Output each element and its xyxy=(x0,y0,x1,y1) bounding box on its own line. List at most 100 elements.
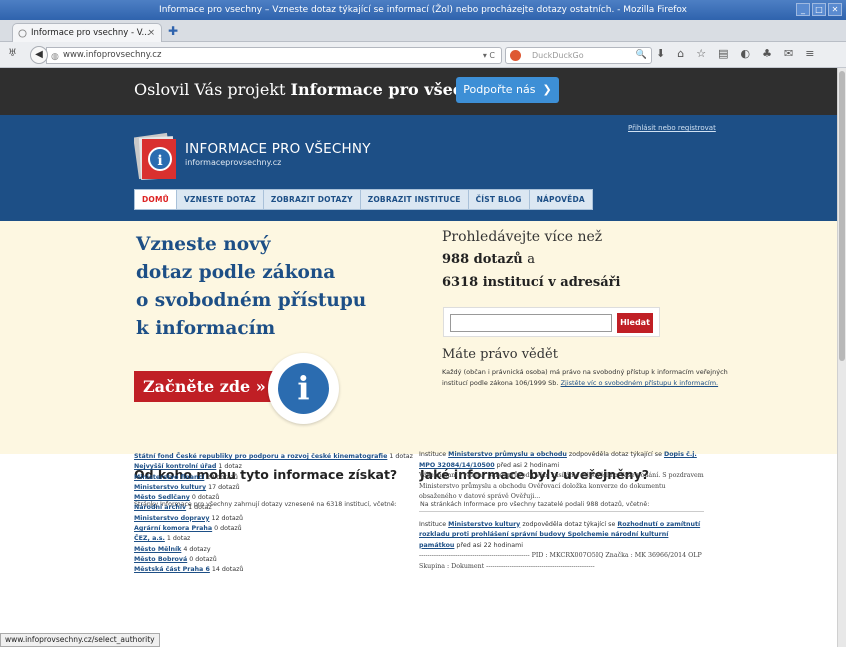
scrollbar-thumb[interactable] xyxy=(839,71,845,361)
feed-time: před asi 22 hodinami xyxy=(456,541,523,549)
authorities-count: 6318 institucí v adresáři xyxy=(442,275,621,290)
download-icon[interactable]: ⬇ xyxy=(656,47,665,60)
url-bar[interactable]: ◍ www.infoprovsechny.cz ▾ C xyxy=(46,47,502,64)
reload-icon[interactable]: ▾ C xyxy=(483,48,495,63)
authority-link[interactable]: Městská část Praha 6 xyxy=(134,566,210,573)
browser-tab[interactable]: Informace pro vsechny - V... × xyxy=(12,23,162,42)
request-count: 0 dotazů xyxy=(189,555,217,563)
login-link[interactable]: Přihlásit nebo registrovat xyxy=(628,124,716,132)
home-icon[interactable]: ⌂ xyxy=(677,47,684,60)
back-button[interactable]: ◀ xyxy=(30,46,48,64)
list-item: Město Bobrová 0 dotazů xyxy=(134,555,414,565)
navigation-toolbar: ♅ ◍ www.infoprovsechny.cz ▾ C ◀ DuckDuck… xyxy=(0,42,846,68)
feed-authority-link[interactable]: Ministerstvo kultury xyxy=(448,521,520,528)
authority-link[interactable]: Město Bobrová xyxy=(134,556,187,563)
tab-groups-icon[interactable]: ♅ xyxy=(8,48,17,59)
page-scrollbar[interactable] xyxy=(837,68,846,647)
request-count: 0 dotazů xyxy=(191,494,220,502)
info-icon: i xyxy=(278,363,329,414)
nav-new-request[interactable]: VZNESTE DOTAZ xyxy=(176,189,264,210)
bookmarks-icon[interactable]: ▤ xyxy=(718,47,728,60)
tab-bar: Informace pro vsechny - V... × ✚ xyxy=(0,20,846,42)
tab-title: Informace pro vsechny - V... xyxy=(31,28,150,38)
nav-blog[interactable]: ČÍST BLOG xyxy=(468,189,530,210)
right-to-know-text: Každý (občan i právnická osoba) má právo… xyxy=(442,367,742,389)
site-logo-icon[interactable]: i xyxy=(134,129,180,181)
requests-count-value: 988 dotazů xyxy=(442,252,523,267)
info-circle-icon[interactable]: i xyxy=(268,353,339,424)
minimize-button[interactable]: _ xyxy=(796,3,810,16)
authority-link[interactable]: Agrární komora Praha xyxy=(134,525,212,532)
promo-banner: Oslovil Vás projekt Informace pro všechn… xyxy=(0,68,837,115)
start-here-button[interactable]: Začněte zde » xyxy=(134,371,274,402)
authority-link[interactable]: Nejvyšší kontrolní úřad xyxy=(134,463,216,470)
authority-link[interactable]: Ministerstvo kultury xyxy=(134,484,206,491)
hero-heading: Vzneste nový dotaz podle zákona o svobod… xyxy=(136,231,366,343)
request-count: 17 dotazů xyxy=(208,483,240,491)
hero-heading-line: o svobodném přístupu xyxy=(136,290,367,311)
new-tab-icon[interactable]: ✚ xyxy=(168,23,178,39)
list-item: Agrární komora Praha 0 dotazů xyxy=(134,524,414,534)
bookmark-star-icon[interactable]: ☆ xyxy=(696,47,706,60)
nav-home[interactable]: DOMŮ xyxy=(134,189,177,210)
feed-prefix: Instituce xyxy=(419,451,447,458)
request-count: 12 dotazů xyxy=(211,514,244,522)
search-bar[interactable]: DuckDuckGo 🔍 xyxy=(505,47,652,64)
share-icon[interactable]: ♣ xyxy=(762,47,772,60)
maximize-button[interactable]: □ xyxy=(812,3,826,16)
feed-time: před asi 2 hodinami xyxy=(496,461,560,469)
list-item: Nejvyšší kontrolní úřad 1 dotaz xyxy=(134,462,414,472)
hero-heading-line: Vzneste nový xyxy=(136,234,271,255)
authority-link[interactable]: Ministerstvo dopravy xyxy=(134,515,210,522)
search-icon[interactable]: 🔍 xyxy=(636,48,647,63)
list-item: ČEZ, a.s. 1 dotaz xyxy=(134,534,414,544)
feed-item: Instituce Ministerstvo kultury zodpovědě… xyxy=(419,520,704,573)
nav-help[interactable]: NÁPOVĚDA xyxy=(529,189,593,210)
search-intro: Prohledávejte více než xyxy=(442,229,603,245)
feed-middle: zodpověděla dotaz týkající se xyxy=(568,451,662,458)
duckduckgo-icon xyxy=(510,50,521,61)
status-bar: www.infoprovsechny.cz/select_authority xyxy=(0,633,160,647)
site-header: i INFORMACE PRO VŠECHNY informaceprovsec… xyxy=(0,115,837,221)
nav-browse-authorities[interactable]: ZOBRAZIT INSTITUCE xyxy=(360,189,469,210)
learn-more-link[interactable]: Zjistěte víc o svobodném přístupu k info… xyxy=(561,379,719,387)
site-title[interactable]: INFORMACE PRO VŠECHNY xyxy=(185,141,371,157)
authority-link[interactable]: Město Sedlčany xyxy=(134,494,190,501)
addon-icon[interactable]: ◐ xyxy=(740,47,750,60)
authority-link[interactable]: Ministerstvo financí xyxy=(134,474,204,481)
hero-heading-line: dotaz podle zákona xyxy=(136,262,336,283)
request-count: 1 dotaz xyxy=(166,535,191,543)
promo-text-plain: Oslovil Vás projekt xyxy=(134,80,286,99)
svg-text:i: i xyxy=(157,153,162,169)
request-count: 20 dotazů xyxy=(206,473,238,481)
authority-link[interactable]: Státní fond České republiky pro podporu … xyxy=(134,453,387,460)
request-count: 4 dotazy xyxy=(183,545,211,553)
social-icon[interactable]: ✉ xyxy=(784,47,793,60)
url-text: www.infoprovsechny.cz xyxy=(63,50,162,60)
authority-link[interactable]: ČEZ, a.s. xyxy=(134,535,165,542)
feed-authority-link[interactable]: Ministerstvo průmyslu a obchodu xyxy=(448,451,567,458)
request-count: 1 dotaz xyxy=(188,504,212,512)
support-button[interactable]: Podpořte nás ❯ xyxy=(456,77,559,103)
request-count: 1 dotaz xyxy=(389,453,413,460)
request-count: 14 dotazů xyxy=(211,566,244,574)
site-search-input[interactable] xyxy=(450,314,612,332)
list-item: Ministerstvo dopravy 12 dotazů xyxy=(134,514,414,524)
close-window-button[interactable]: ✕ xyxy=(828,3,842,16)
nav-browse-requests[interactable]: ZOBRAZIT DOTAZY xyxy=(263,189,361,210)
authority-link[interactable]: Město Mělník xyxy=(134,546,181,553)
authority-link[interactable]: Národní archiv xyxy=(134,504,186,511)
list-item: Národní archiv 1 dotaz xyxy=(134,503,414,513)
main-navigation: DOMŮ VZNESTE DOTAZ ZOBRAZIT DOTAZY ZOBRA… xyxy=(134,189,593,210)
globe-icon: ◍ xyxy=(51,52,59,62)
menu-icon[interactable]: ≡ xyxy=(805,47,814,60)
request-count: 0 dotazů xyxy=(214,525,242,533)
requests-count-suffix: a xyxy=(527,252,535,267)
right-to-know-heading: Máte právo vědět xyxy=(442,347,558,362)
page-favicon-icon xyxy=(18,29,27,38)
toolbar-icons: ⬇ ⌂ ☆ ▤ ◐ ♣ ✉ ≡ xyxy=(656,47,814,60)
close-tab-icon[interactable]: × xyxy=(147,24,155,42)
authorities-list: Státní fond České republiky pro podporu … xyxy=(134,452,414,576)
requests-count: 988 dotazů a xyxy=(442,252,535,267)
search-button[interactable]: Hledat xyxy=(617,313,653,333)
